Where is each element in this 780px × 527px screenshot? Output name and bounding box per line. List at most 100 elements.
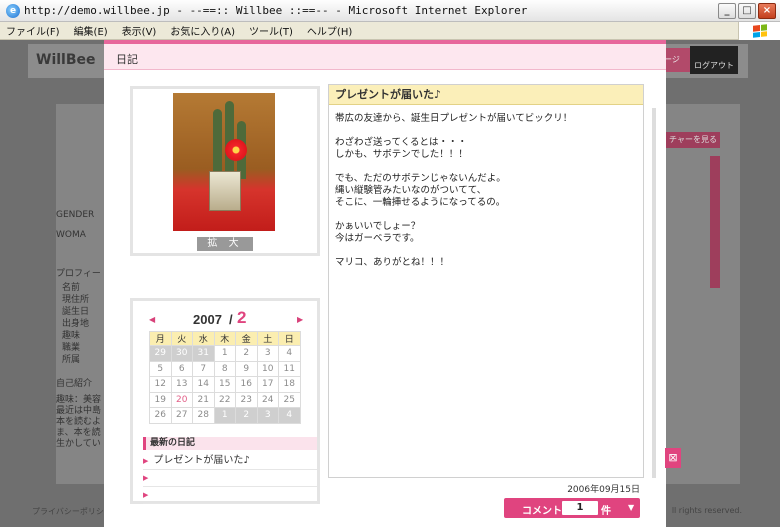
calendar-day[interactable]: 15	[213, 376, 236, 393]
bullet-arrow-icon: ▶	[143, 457, 149, 465]
comment-toggle-button[interactable]: コメント 1 件 ▼	[504, 498, 640, 518]
menu-help[interactable]: ヘルプ(H)	[307, 23, 352, 38]
menu-file[interactable]: ファイル(F)	[6, 23, 60, 38]
entry-date: 2006年09月15日	[567, 485, 640, 495]
cactus-shape	[213, 109, 222, 179]
comment-label: コメント	[522, 506, 562, 517]
diary-photo[interactable]	[173, 93, 275, 231]
modal-title: 日記	[116, 53, 138, 66]
recent-diary-item[interactable]: ▶ プレゼントが届いた♪	[143, 453, 317, 470]
calendar-year: 2007	[193, 312, 222, 327]
next-month-arrow-icon[interactable]: ▶	[297, 315, 303, 324]
bg-label: GENDER	[56, 210, 95, 220]
weekday-header: 土	[256, 331, 279, 346]
recent-diary-item[interactable]: ▶	[143, 470, 317, 487]
calendar-week: 12 13 14 15 16 17 18	[149, 376, 301, 393]
diary-entry: プレゼントが届いた♪ 帯広の友達から、誕生日プレゼントが届いてビックリ！ わざわ…	[328, 84, 644, 478]
calendar-day[interactable]: 31	[192, 345, 215, 362]
flower-pot	[209, 171, 241, 211]
calendar-day[interactable]: 16	[235, 376, 258, 393]
close-modal-icon[interactable]: ⊠	[665, 448, 681, 468]
menu-tools[interactable]: ツール(T)	[249, 23, 293, 38]
bg-footer-privacy: プライバシーポリシ	[32, 507, 104, 516]
menu-bar: ファイル(F) 編集(E) 表示(V) お気に入り(A) ツール(T) ヘルプ(…	[0, 22, 780, 40]
menu-favorites[interactable]: お気に入り(A)	[170, 23, 235, 38]
bg-side-bar	[710, 156, 720, 288]
calendar-day[interactable]: 4	[278, 345, 301, 362]
calendar-grid: 月火水木金土日 29 30 31 1 2 3 4 5 6 7 8 9 10 11 12 13 14 15 16 17 1…	[149, 331, 301, 424]
logout-button: ログアウト	[690, 46, 738, 74]
calendar-day[interactable]: 25	[278, 391, 301, 408]
calendar-day[interactable]: 8	[213, 360, 236, 377]
weekday-header: 木	[213, 331, 236, 346]
bg-side-column	[666, 104, 740, 484]
calendar-day[interactable]: 2	[235, 345, 258, 362]
calendar-week: 29 30 31 1 2 3 4	[149, 345, 301, 362]
modal-header: 日記	[104, 44, 666, 70]
calendar-day[interactable]: 9	[235, 360, 258, 377]
weekday-header: 水	[192, 331, 215, 346]
weekday-header: 日	[278, 331, 301, 346]
bg-label: プロフィー	[56, 269, 101, 279]
gerbera-flower	[225, 139, 247, 161]
calendar-week: 5 6 7 8 9 10 11	[149, 360, 301, 377]
calendar-day[interactable]: 7	[192, 360, 215, 377]
calendar-day[interactable]: 5	[149, 360, 172, 377]
calendar-day[interactable]: 27	[170, 407, 193, 424]
recent-diary-heading: 最新の日記	[143, 437, 317, 450]
calendar-day[interactable]: 19	[149, 391, 172, 408]
calendar-week: 26 27 28 1 2 3 4	[149, 407, 301, 424]
calendar-day[interactable]: 3	[256, 407, 279, 424]
calendar-day[interactable]: 17	[256, 376, 279, 393]
close-window-button[interactable]: ×	[758, 2, 776, 19]
recent-diary-item[interactable]: ▶	[143, 487, 317, 504]
calendar-day[interactable]: 12	[149, 376, 172, 393]
calendar-day[interactable]: 22	[213, 391, 236, 408]
weekday-header: 金	[235, 331, 258, 346]
ie-logo-icon: e	[6, 3, 20, 18]
entry-body: 帯広の友達から、誕生日プレゼントが届いてビックリ！ わざわざ送ってくるとは・・・…	[335, 113, 573, 268]
bg-label: 所属	[62, 355, 81, 365]
calendar-day[interactable]: 21	[192, 391, 215, 408]
bullet-arrow-icon: ▶	[143, 474, 149, 482]
site-logo: WillBee	[36, 52, 96, 68]
calendar-day[interactable]: 18	[278, 376, 301, 393]
comment-count: 1	[562, 501, 598, 515]
calendar-day[interactable]: 29	[149, 345, 172, 362]
calendar-day[interactable]: 20	[170, 391, 193, 408]
calendar-day[interactable]: 30	[170, 345, 193, 362]
calendar-month: 2	[237, 308, 247, 327]
minimize-button[interactable]: _	[718, 2, 736, 19]
chevron-down-icon: ▼	[628, 503, 635, 512]
prev-month-arrow-icon[interactable]: ◀	[149, 315, 155, 324]
calendar-day[interactable]: 4	[278, 407, 301, 424]
calendar-day[interactable]: 28	[192, 407, 215, 424]
calendar-panel: ◀ 2007 / 2 ▶ 月火水木金土日 29 30 31 1 2 3 4 5 6 7 8 9 10 11…	[130, 298, 320, 504]
zoom-button[interactable]: 拡 大	[197, 237, 253, 251]
calendar-day[interactable]: 1	[213, 345, 236, 362]
window-titlebar: e http://demo.willbee.jp - --==:: Willbe…	[0, 0, 780, 22]
menu-view[interactable]: 表示(V)	[122, 23, 157, 38]
calendar-day[interactable]: 2	[235, 407, 258, 424]
calendar-day[interactable]: 11	[278, 360, 301, 377]
maximize-button[interactable]: □	[738, 2, 756, 19]
modal-scrollbar[interactable]	[652, 108, 656, 478]
comment-unit: 件	[601, 506, 611, 517]
calendar-day[interactable]: 24	[256, 391, 279, 408]
calendar-day[interactable]: 10	[256, 360, 279, 377]
diary-modal: 日記 拡 大 ◀ 2007 / 2 ▶ 月火水木金土日 29 30 31 1 2 3 4 5 6…	[104, 40, 666, 527]
calendar-nav: ◀ 2007 / 2 ▶	[133, 308, 317, 329]
bg-footer-copyright: ll rights reserved.	[671, 506, 742, 515]
calendar-day[interactable]: 14	[192, 376, 215, 393]
entry-title: プレゼントが届いた♪	[329, 85, 643, 105]
photo-panel: 拡 大	[130, 86, 320, 256]
calendar-day[interactable]: 6	[170, 360, 193, 377]
calendar-day[interactable]: 3	[256, 345, 279, 362]
menu-edit[interactable]: 編集(E)	[74, 23, 108, 38]
calendar-day[interactable]: 26	[149, 407, 172, 424]
weekday-header: 火	[170, 331, 193, 346]
calendar-day[interactable]: 23	[235, 391, 258, 408]
bullet-arrow-icon: ▶	[143, 491, 149, 499]
calendar-day[interactable]: 13	[170, 376, 193, 393]
calendar-day[interactable]: 1	[213, 407, 236, 424]
